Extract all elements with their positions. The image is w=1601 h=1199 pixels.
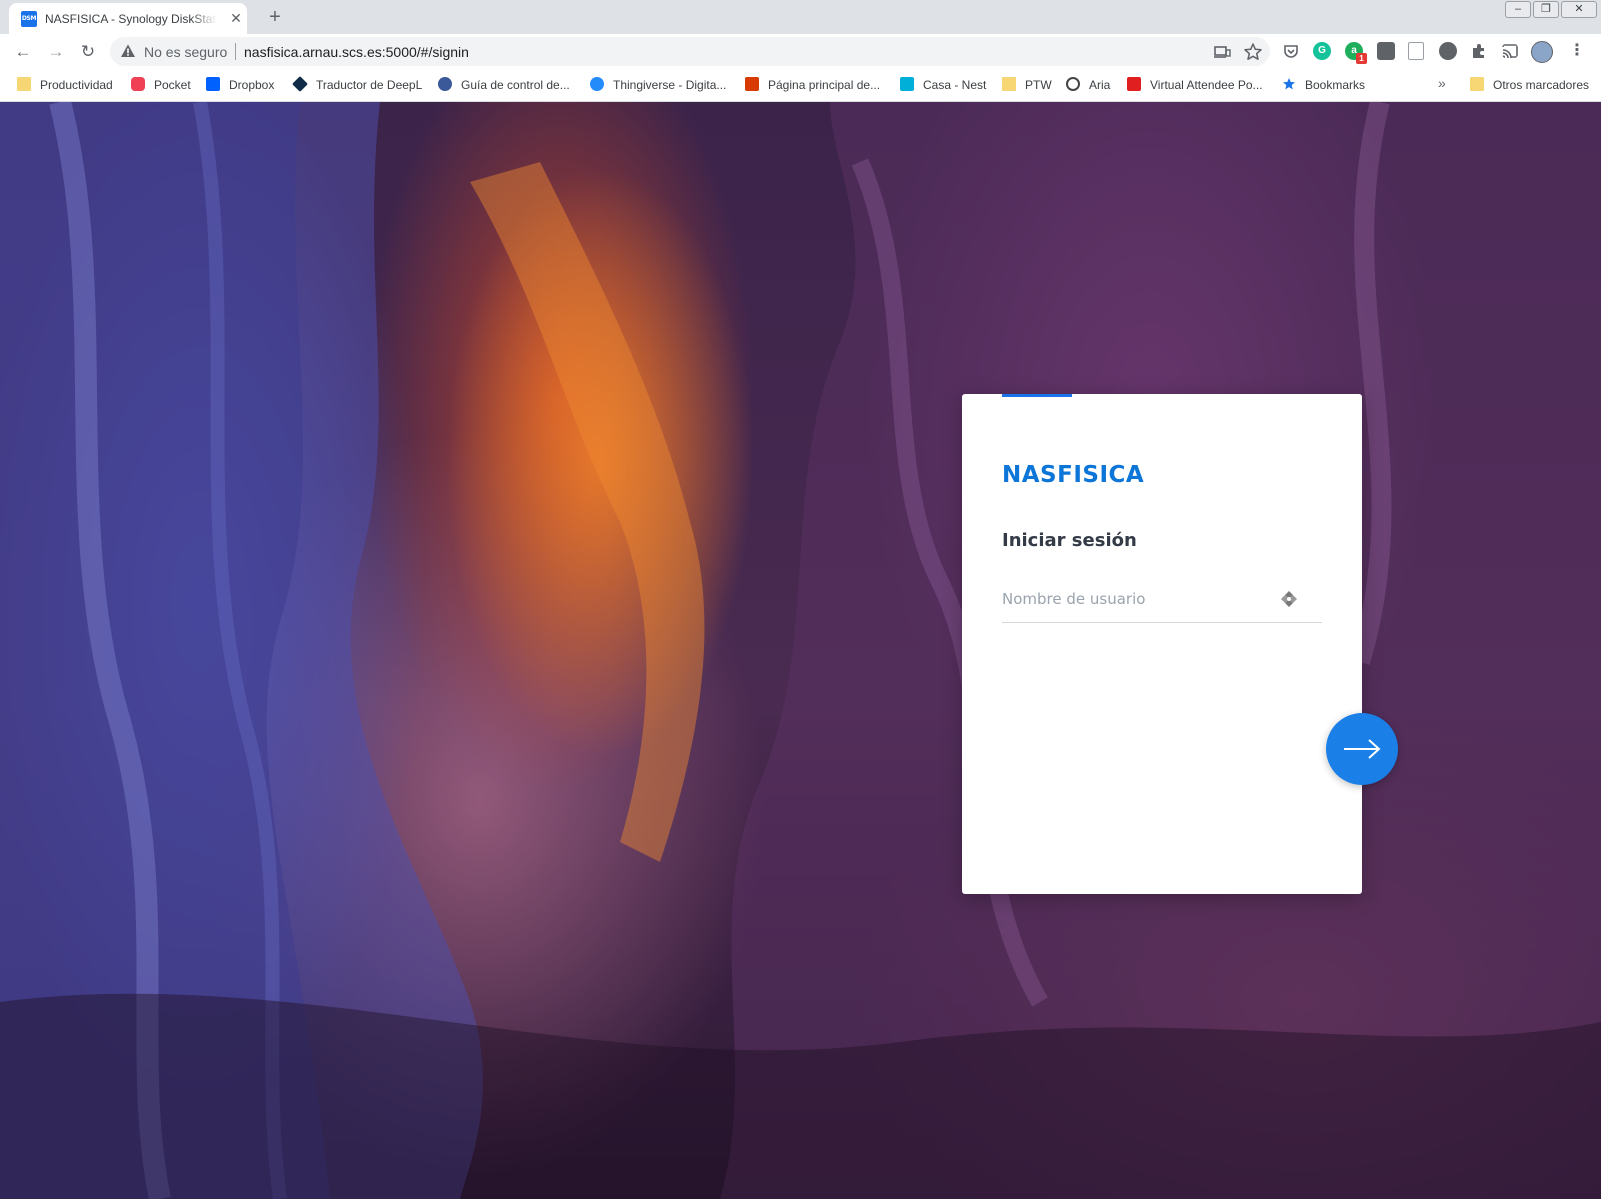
browser-menu-icon[interactable]: ⋮ bbox=[1568, 42, 1586, 60]
bookmark-label: Traductor de DeepL bbox=[316, 78, 423, 92]
forward-button[interactable]: → bbox=[42, 38, 70, 66]
username-input[interactable] bbox=[1002, 583, 1282, 615]
aria-icon bbox=[1066, 77, 1080, 91]
extensions-puzzle-icon[interactable] bbox=[1470, 42, 1488, 60]
pocket-icon bbox=[131, 77, 145, 91]
signin-title: Iniciar sesión bbox=[1002, 530, 1137, 551]
document-extension-icon[interactable] bbox=[1408, 42, 1424, 60]
bookmark-label: Guía de control de... bbox=[461, 78, 570, 92]
folder-icon bbox=[17, 77, 31, 91]
browser-tab[interactable]: DSM NASFISICA - Synology DiskStation ✕ bbox=[9, 3, 247, 34]
bookmark-label: Bookmarks bbox=[1305, 78, 1366, 92]
bookmark-label: Aria bbox=[1089, 78, 1111, 92]
thingiverse-icon bbox=[590, 77, 604, 91]
bookmark-label: Virtual Attendee Po... bbox=[1150, 78, 1263, 92]
bookmark-label: Dropbox bbox=[229, 78, 275, 92]
bookmarks-bar: Productividad Pocket Dropbox Traductor d… bbox=[0, 69, 1601, 102]
bookmark-label: Página principal de... bbox=[768, 78, 881, 92]
extension-badge: 1 bbox=[1356, 53, 1367, 64]
profile-avatar[interactable] bbox=[1531, 41, 1553, 63]
server-name: NASFISICA bbox=[1002, 462, 1145, 488]
folder-icon bbox=[1470, 77, 1484, 91]
password-manager-icon[interactable] bbox=[1280, 590, 1298, 608]
signin-page: NASFISICA Iniciar sesión bbox=[0, 102, 1601, 1199]
other-bookmarks-label: Otros marcadores bbox=[1493, 78, 1590, 92]
star-icon bbox=[1283, 78, 1295, 90]
url-text[interactable]: nasfisica.arnau.scs.es:5000/#/signin bbox=[244, 44, 469, 60]
minimize-button[interactable]: – bbox=[1505, 1, 1531, 18]
next-arrow-button[interactable] bbox=[1326, 713, 1398, 785]
card-accent-bar bbox=[1002, 394, 1072, 397]
close-window-button[interactable]: ✕ bbox=[1561, 1, 1597, 18]
browser-toolbar: ← → ↻ No es seguro nasfisica.arnau.scs.e… bbox=[0, 34, 1601, 69]
nest-icon bbox=[900, 77, 914, 91]
cast-icon[interactable] bbox=[1501, 42, 1519, 60]
bookmark-label: Productividad bbox=[40, 78, 113, 92]
new-tab-button[interactable]: + bbox=[262, 4, 288, 30]
settings-extension-icon[interactable] bbox=[1439, 42, 1457, 60]
arrow-right-icon bbox=[1344, 739, 1381, 759]
back-button[interactable]: ← bbox=[9, 38, 37, 66]
login-card: NASFISICA Iniciar sesión bbox=[962, 394, 1362, 894]
bookmark-label: PTW bbox=[1025, 78, 1052, 92]
username-underline bbox=[1002, 622, 1322, 623]
pocket-extension-icon[interactable] bbox=[1282, 42, 1300, 60]
grammarly-extension-icon[interactable]: G bbox=[1313, 42, 1331, 60]
tab-close-icon[interactable]: ✕ bbox=[227, 9, 245, 27]
send-to-device-icon[interactable] bbox=[1211, 41, 1233, 63]
omnibox-divider bbox=[235, 43, 236, 60]
deepl-icon bbox=[292, 76, 308, 92]
not-secure-warning-icon[interactable] bbox=[120, 43, 136, 59]
office-icon bbox=[745, 77, 759, 91]
dsm-favicon-icon: DSM bbox=[21, 11, 37, 27]
bookmark-label: Pocket bbox=[154, 78, 191, 92]
bookmark-label: Thingiverse - Digita... bbox=[613, 78, 727, 92]
browser-tab-strip: DSM NASFISICA - Synology DiskStation ✕ +… bbox=[0, 0, 1601, 34]
guide-icon bbox=[438, 77, 452, 91]
tab-title: NASFISICA - Synology DiskStation bbox=[45, 12, 217, 26]
image-extension-icon[interactable] bbox=[1377, 42, 1395, 60]
security-status-text[interactable]: No es seguro bbox=[144, 44, 227, 60]
reload-button[interactable]: ↻ bbox=[74, 38, 102, 66]
bookmark-star-icon[interactable] bbox=[1242, 41, 1264, 63]
attendee-icon bbox=[1127, 77, 1141, 91]
restore-button[interactable]: ❐ bbox=[1533, 1, 1559, 18]
folder-icon bbox=[1002, 77, 1016, 91]
bookmark-label: Casa - Nest bbox=[923, 78, 987, 92]
more-bookmarks-chevron-icon[interactable]: » bbox=[1438, 75, 1446, 91]
address-bar[interactable]: No es seguro nasfisica.arnau.scs.es:5000… bbox=[110, 37, 1270, 66]
dropbox-icon bbox=[206, 77, 220, 91]
